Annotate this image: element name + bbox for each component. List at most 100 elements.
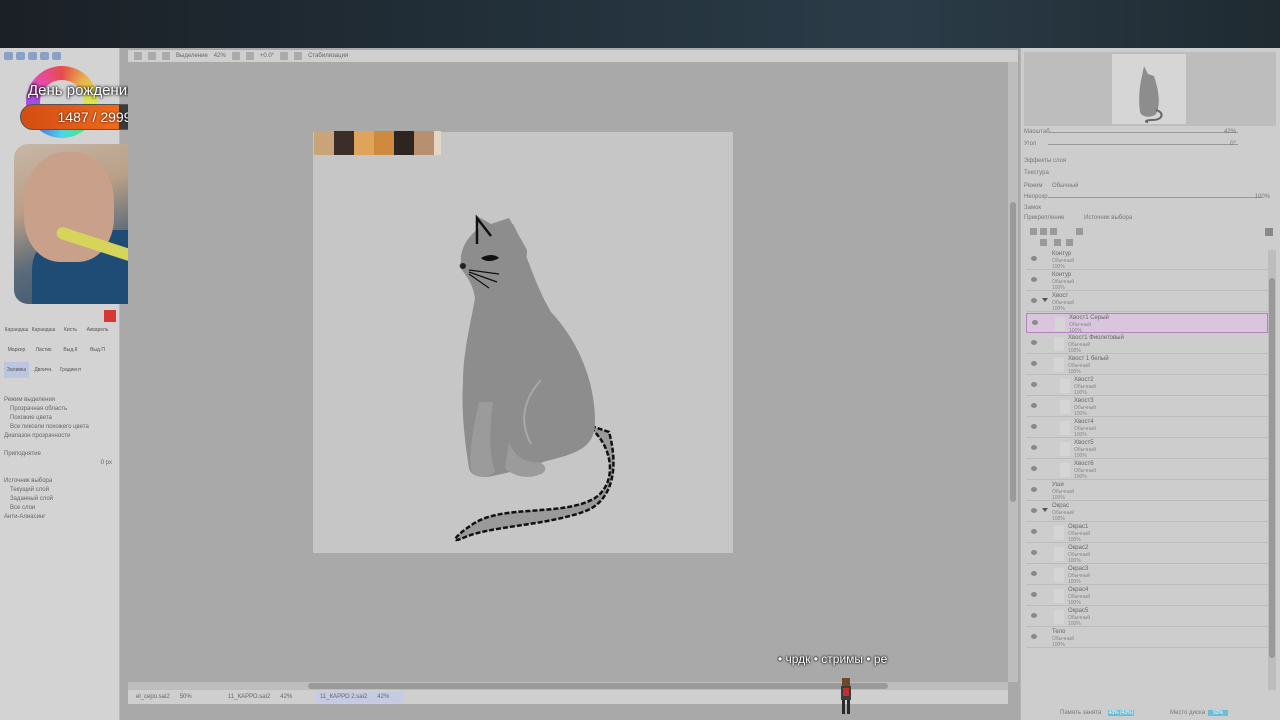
window-icon[interactable] [28, 52, 37, 60]
eye-icon[interactable] [1031, 634, 1037, 639]
eye-icon[interactable] [1031, 592, 1037, 597]
blend-mode-select[interactable]: Обычный [1052, 182, 1079, 190]
layer-folder[interactable]: Окрас Обычный 100% [1026, 502, 1268, 522]
mode-option-transparent[interactable]: Прозрачная область [4, 405, 116, 414]
eye-icon[interactable] [1031, 256, 1037, 261]
tool-button[interactable]: Маркер [4, 342, 29, 358]
tool-button[interactable]: Ластик [31, 342, 56, 358]
nav-angle-row[interactable]: Угол 0° [1024, 140, 1276, 148]
eye-icon[interactable] [1032, 320, 1038, 325]
source-option-specified[interactable]: Заданный слой [4, 495, 116, 504]
eye-icon[interactable] [1031, 613, 1037, 618]
eye-icon[interactable] [1031, 340, 1037, 345]
eye-icon[interactable] [1031, 277, 1037, 282]
tool-button[interactable]: Выд.П [85, 342, 110, 358]
layer-row[interactable]: Хвост2 Обычный 100% [1026, 376, 1268, 396]
nav-zoom-row[interactable]: Масштаб 42% [1024, 128, 1276, 136]
layer-effects-header[interactable]: Эффекты слоя [1024, 157, 1276, 165]
source-option-current[interactable]: Текущий слой [4, 486, 116, 495]
layer-row[interactable]: Окрас1 Обычный 100% [1026, 523, 1268, 543]
canvas-horizontal-scrollbar[interactable] [128, 682, 1008, 690]
canvas-vertical-scrollbar[interactable] [1008, 62, 1018, 682]
opacity-row[interactable]: Непрозр. 100% [1024, 193, 1276, 201]
eye-icon[interactable] [1031, 298, 1037, 303]
clip-checkbox[interactable]: Прикрепление [1024, 215, 1064, 221]
tool-button[interactable]: Акварель [85, 322, 110, 338]
layer-row[interactable]: Тело Обычный 100% [1026, 628, 1268, 648]
selection-label[interactable]: Выделение [176, 53, 208, 59]
window-icon[interactable] [16, 52, 25, 60]
eye-icon[interactable] [1031, 508, 1037, 513]
layer-row[interactable]: Хвост6 Обычный 100% [1026, 460, 1268, 480]
deselect-icon[interactable] [162, 52, 170, 60]
primary-color-swatch[interactable] [104, 310, 116, 322]
tool-button[interactable]: Кисть [58, 322, 83, 338]
window-icon[interactable] [40, 52, 49, 60]
tool-button[interactable]: Заливка [4, 362, 29, 378]
zoom-in-icon[interactable] [245, 52, 254, 60]
reference-image-strip[interactable] [314, 131, 441, 155]
source-option-all[interactable]: Все слои [4, 504, 116, 513]
layer-row[interactable]: Хвост3 Обычный 100% [1026, 397, 1268, 417]
opacity-slider[interactable] [1048, 197, 1262, 198]
layer-row[interactable]: Окрас2 Обычный 100% [1026, 544, 1268, 564]
layer-row[interactable]: Хвост5 Обычный 100% [1026, 439, 1268, 459]
undo-icon[interactable] [134, 52, 142, 60]
eye-icon[interactable] [1031, 382, 1037, 387]
drawing-canvas[interactable] [313, 132, 733, 553]
layer-folder[interactable]: Хвост Обычный 100% [1026, 292, 1268, 312]
layer-row[interactable]: Хвост 1 белый Обычный 100% [1026, 355, 1268, 375]
layer-row[interactable]: Хвост1 Серый Обычный 100% [1026, 313, 1268, 334]
file-tab[interactable]: 11_КАРРО.sai2 42% [224, 692, 312, 703]
tool-button[interactable]: Карандаш [4, 322, 29, 338]
layer-row[interactable]: Хвост1 Фиолетовый Обычный 100% [1026, 334, 1268, 354]
layer-row[interactable]: Хвост4 Обычный 100% [1026, 418, 1268, 438]
eye-icon[interactable] [1031, 424, 1037, 429]
file-tab[interactable]: el_серо.sai2 50% [132, 692, 220, 703]
scroll-thumb[interactable] [1269, 278, 1275, 658]
texture-header[interactable]: Текстура [1024, 169, 1276, 177]
rotate-icon[interactable] [280, 52, 289, 60]
folder-arrow-icon[interactable] [1042, 508, 1048, 512]
flip-icon[interactable] [294, 52, 303, 60]
eye-icon[interactable] [1031, 403, 1037, 408]
eye-icon[interactable] [1031, 487, 1037, 492]
zoom-value[interactable]: 42% [214, 53, 226, 59]
eye-icon[interactable] [1031, 571, 1037, 576]
scroll-thumb[interactable] [1010, 202, 1016, 502]
rotate-value[interactable]: +0.0° [260, 53, 274, 59]
clip-row[interactable]: Прикрепление Источник выбора [1024, 214, 1276, 222]
tool-button[interactable]: Градиент [58, 362, 83, 378]
tool-button[interactable]: Карандаш [31, 322, 56, 338]
zoom-out-icon[interactable] [231, 52, 240, 60]
eye-icon[interactable] [1031, 361, 1037, 366]
redo-icon[interactable] [148, 52, 156, 60]
navigator-thumbnail[interactable] [1112, 54, 1186, 124]
antialias-checkbox[interactable]: Анти-Алиасинг [4, 513, 116, 522]
stabilizer-label[interactable]: Стабилизация [308, 53, 348, 59]
window-icon[interactable] [4, 52, 13, 60]
eye-icon[interactable] [1031, 466, 1037, 471]
layer-row[interactable]: Контур Обычный 100% [1026, 250, 1268, 270]
scroll-thumb[interactable] [308, 683, 888, 689]
mode-option-all-similar[interactable]: Все пиксели похожего цвета [4, 423, 116, 432]
layer-row[interactable]: Окрас3 Обычный 100% [1026, 565, 1268, 585]
source-checkbox[interactable]: Источник выбора [1084, 214, 1132, 222]
folder-arrow-icon[interactable] [1042, 298, 1048, 302]
mode-option-similar[interactable]: Похожие цвета [4, 414, 116, 423]
layer-row[interactable]: Окрас4 Обычный 100% [1026, 586, 1268, 606]
nav-angle-slider[interactable] [1048, 144, 1238, 145]
expand-value[interactable]: 0 px [4, 459, 116, 468]
nav-zoom-slider[interactable] [1048, 132, 1238, 133]
window-icon[interactable] [52, 52, 61, 60]
eye-icon[interactable] [1031, 529, 1037, 534]
tool-button[interactable] [85, 362, 110, 378]
file-tab[interactable]: 11_КАРРО 2.sai2 42% [316, 691, 404, 703]
layer-row[interactable]: Уши Обычный 100% [1026, 481, 1268, 501]
tool-button[interactable]: Выд.К [58, 342, 83, 358]
tool-button[interactable]: Двоичн. [31, 362, 56, 378]
blend-mode-row[interactable]: Режим Обычный [1024, 182, 1276, 190]
layer-list-scrollbar[interactable] [1268, 250, 1276, 690]
eye-icon[interactable] [1031, 445, 1037, 450]
layer-row[interactable]: Окрас5 Обычный 100% [1026, 607, 1268, 627]
